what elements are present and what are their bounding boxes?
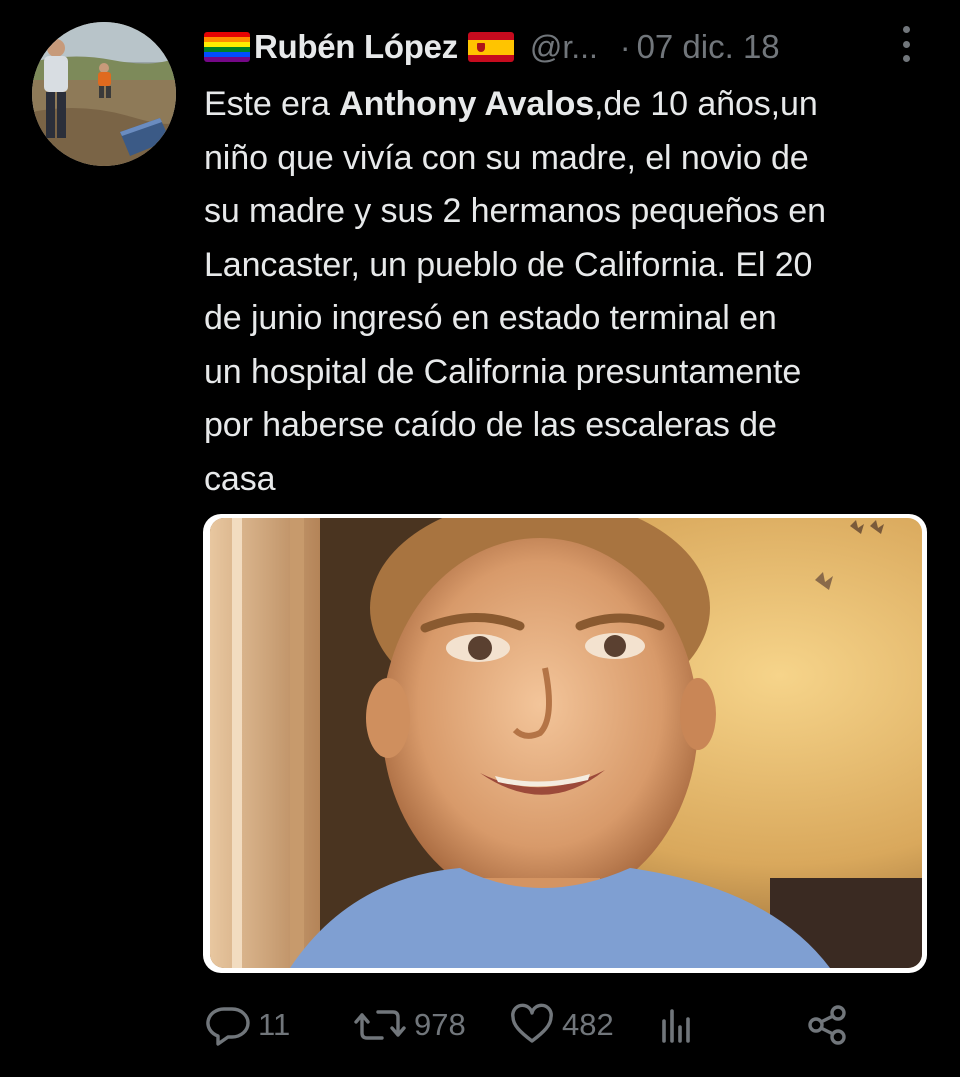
- tweet-line: un hospital de California presuntamente: [204, 352, 802, 391]
- display-name[interactable]: Rubén López: [254, 28, 458, 66]
- reply-button[interactable]: 11: [204, 1000, 290, 1050]
- retweet-button[interactable]: 978: [352, 1000, 466, 1050]
- tweet-line: Lancaster, un pueblo de California. El 2…: [204, 245, 813, 284]
- spain-flag-icon: [467, 32, 514, 62]
- mention-name: Anthony Avalos: [339, 85, 595, 123]
- avatar[interactable]: [32, 22, 176, 166]
- rainbow-flag-icon: [204, 32, 250, 62]
- tweet-line: casa: [204, 459, 276, 498]
- tweet-line: Este era Anthony Avalos,de 10 años,un: [204, 85, 818, 123]
- share-button[interactable]: [804, 1000, 852, 1050]
- tweet-header: Rubén López @r... · 07 dic. 18: [204, 24, 924, 70]
- heart-icon: [511, 1003, 553, 1043]
- reply-count: 11: [258, 1007, 291, 1042]
- tweet-text: Este era Anthony Avalos,de 10 años,un ni…: [204, 78, 934, 506]
- avatar-photo: [32, 22, 176, 166]
- like-button[interactable]: 482: [508, 1000, 614, 1050]
- share-icon: [808, 1005, 846, 1045]
- like-count: 482: [562, 1007, 614, 1042]
- media-photo: [210, 518, 922, 968]
- tweet-actions: 11 978 482: [204, 1000, 884, 1050]
- tweet-line: por haberse caído de las escaleras de: [204, 406, 777, 444]
- tweet-media[interactable]: [203, 514, 927, 973]
- tweet-line: de junio ingresó en estado terminal en: [204, 299, 777, 337]
- tweet[interactable]: Rubén López @r... · 07 dic. 18 Este era …: [0, 0, 960, 1077]
- more-vertical-icon[interactable]: [896, 26, 916, 62]
- retweet-icon: [354, 1010, 406, 1040]
- reply-icon: [206, 1007, 250, 1046]
- timestamp[interactable]: 07 dic. 18: [637, 28, 780, 66]
- separator: ·: [619, 28, 631, 65]
- tweet-line: su madre y sus 2 hermanos pequeños en: [204, 192, 826, 230]
- tweet-line: niño que vivía con su madre, el novio de: [204, 138, 809, 177]
- retweet-count: 978: [414, 1007, 466, 1042]
- views-button[interactable]: [656, 1000, 700, 1050]
- user-handle[interactable]: @r...: [530, 29, 598, 66]
- analytics-icon: [662, 1009, 690, 1043]
